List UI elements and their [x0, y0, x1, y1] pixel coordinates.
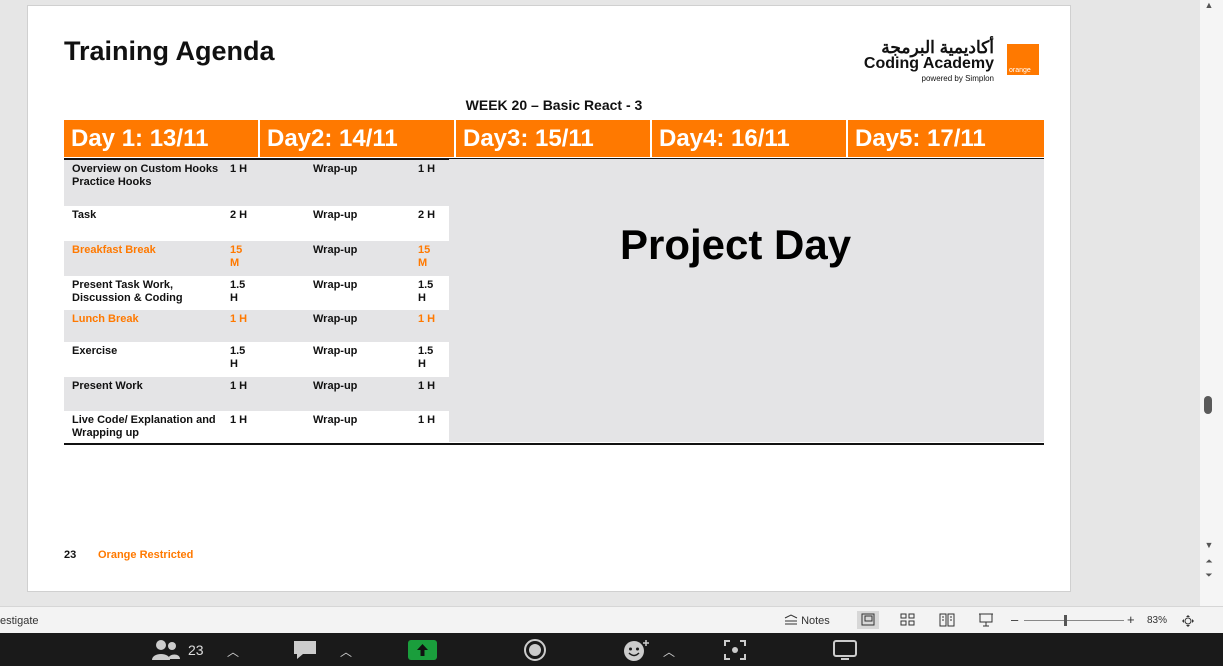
slide-sorter-button[interactable]	[897, 611, 919, 629]
participants-count: 23	[188, 642, 204, 658]
day2-activity: Wrap-up	[313, 279, 358, 291]
topic-cell: Breakfast Break	[72, 244, 156, 256]
topic-cell: Present Work	[72, 380, 143, 392]
day1-duration: 1 H	[230, 163, 248, 175]
day2-duration: 2 H	[418, 209, 436, 221]
day2-duration: 1.5 H	[418, 345, 434, 370]
chat-caret-icon[interactable]: ︿	[340, 643, 352, 660]
zoom-slider-thumb[interactable]	[1064, 615, 1067, 626]
day-header-3: Day3: 15/11	[456, 120, 650, 157]
participants-caret-icon[interactable]: ︿	[227, 643, 239, 660]
orange-logo-text: orange	[1009, 67, 1031, 74]
apps-icon[interactable]	[722, 638, 748, 662]
previous-slide-icon[interactable]: ⏶	[1201, 556, 1217, 566]
day2-duration: 1 H	[418, 313, 436, 325]
day-header-4: Day4: 16/11	[652, 120, 846, 157]
day2-duration: 1 H	[418, 414, 436, 426]
notes-label: Notes	[801, 615, 830, 627]
day2-activity: Wrap-up	[313, 209, 358, 221]
day1-duration: 15 M	[230, 244, 243, 269]
vertical-scrollbar[interactable]: ▲ ▼ ⏶ ⏷	[1200, 0, 1223, 606]
whiteboard-icon[interactable]	[831, 638, 859, 662]
notes-icon	[784, 614, 798, 625]
day2-activity: Wrap-up	[313, 313, 358, 325]
topic-cell: Exercise	[72, 345, 118, 357]
day2-duration: 15 M	[418, 244, 431, 269]
day2-activity: Wrap-up	[313, 380, 358, 392]
reading-view-button[interactable]	[936, 611, 958, 629]
zoom-out-button[interactable]: –	[1011, 612, 1018, 627]
day2-duration: 1 H	[418, 163, 436, 175]
share-screen-icon[interactable]	[407, 638, 438, 662]
reading-view-icon	[939, 613, 955, 627]
table-row: Breakfast Break 15 M Wrap-up 15 M	[64, 241, 449, 276]
table-row: Lunch Break 1 H Wrap-up 1 H	[64, 310, 449, 342]
chat-icon[interactable]	[291, 638, 319, 662]
meeting-toolbar: 23 ︿ ︿ ︿	[0, 633, 1223, 666]
day1-duration: 1 H	[230, 313, 248, 325]
fit-to-window-icon[interactable]	[1180, 613, 1196, 629]
normal-view-icon	[861, 613, 875, 626]
status-text: estigate	[0, 615, 39, 627]
day2-activity: Wrap-up	[313, 163, 358, 175]
reactions-caret-icon[interactable]: ︿	[663, 643, 675, 660]
table-row: Overview on Custom Hooks Practice Hooks …	[64, 160, 449, 206]
day2-activity: Wrap-up	[313, 345, 358, 357]
day2-activity: Wrap-up	[313, 244, 358, 256]
normal-view-button[interactable]	[857, 611, 879, 629]
project-day-label: Project Day	[620, 221, 852, 268]
topic-cell: Live Code/ Explanation and Wrapping up	[72, 414, 216, 439]
day2-activity: Wrap-up	[313, 414, 358, 426]
slideshow-icon	[979, 613, 993, 627]
scroll-down-icon[interactable]: ▼	[1201, 540, 1217, 550]
day1-duration: 1 H	[230, 380, 248, 392]
participants-icon[interactable]	[150, 638, 184, 662]
topic-cell: Present Task Work, Discussion & Coding	[72, 279, 183, 304]
zoom-level[interactable]: 83%	[1147, 615, 1167, 626]
topic-cell: Task	[72, 209, 97, 221]
record-icon[interactable]	[522, 638, 548, 662]
scroll-up-icon[interactable]: ▲	[1201, 0, 1217, 10]
notes-button[interactable]: Notes	[784, 613, 830, 629]
table-bottom-rule	[64, 443, 1044, 445]
coding-academy-logo: أكاديمية البرمجة Coding Academy powered …	[864, 38, 1039, 88]
status-bar: estigate Notes – + 83%	[0, 606, 1223, 633]
project-day-area: Project Day	[449, 159, 1044, 442]
orange-logo-box: orange	[1007, 44, 1039, 75]
topic-cell: Overview on Custom Hooks Practice Hooks	[72, 163, 219, 188]
day-header-5: Day5: 17/11	[848, 120, 1044, 157]
table-row: Live Code/ Explanation and Wrapping up 1…	[64, 411, 449, 443]
page-number: 23	[64, 549, 77, 561]
slide-title: Training Agenda	[64, 36, 275, 66]
slide-sorter-icon	[900, 613, 915, 626]
table-row: Present Work 1 H Wrap-up 1 H	[64, 377, 449, 411]
zoom-in-button[interactable]: +	[1127, 612, 1135, 627]
slide-viewer: Training Agenda أكاديمية البرمجة Coding …	[0, 0, 1200, 606]
day1-duration: 1 H	[230, 414, 248, 426]
logo-tagline: powered by Simplon	[921, 74, 994, 83]
logo-name: Coding Academy	[863, 55, 994, 72]
scrollbar-thumb[interactable]	[1204, 396, 1212, 414]
table-row: Task 2 H Wrap-up 2 H	[64, 206, 449, 241]
classification-label: Orange Restricted	[98, 549, 194, 561]
table-row: Exercise 1.5 H Wrap-up 1.5 H	[64, 342, 449, 377]
slideshow-button[interactable]	[975, 611, 997, 629]
day2-duration: 1 H	[418, 380, 436, 392]
day-header-2: Day2: 14/11	[260, 120, 454, 157]
day1-duration: 1.5 H	[230, 345, 246, 370]
day-header-1: Day 1: 13/11	[64, 120, 258, 157]
slide: Training Agenda أكاديمية البرمجة Coding …	[27, 5, 1071, 592]
zoom-slider[interactable]	[1024, 615, 1124, 626]
day2-duration: 1.5 H	[418, 279, 434, 304]
day1-duration: 1.5 H	[230, 279, 246, 304]
day1-duration: 2 H	[230, 209, 248, 221]
reactions-icon[interactable]	[621, 638, 651, 662]
next-slide-icon[interactable]: ⏷	[1201, 570, 1217, 580]
table-row: Present Task Work, Discussion & Coding 1…	[64, 276, 449, 310]
week-heading: WEEK 20 – Basic React - 3	[465, 97, 643, 113]
topic-cell: Lunch Break	[72, 313, 139, 325]
